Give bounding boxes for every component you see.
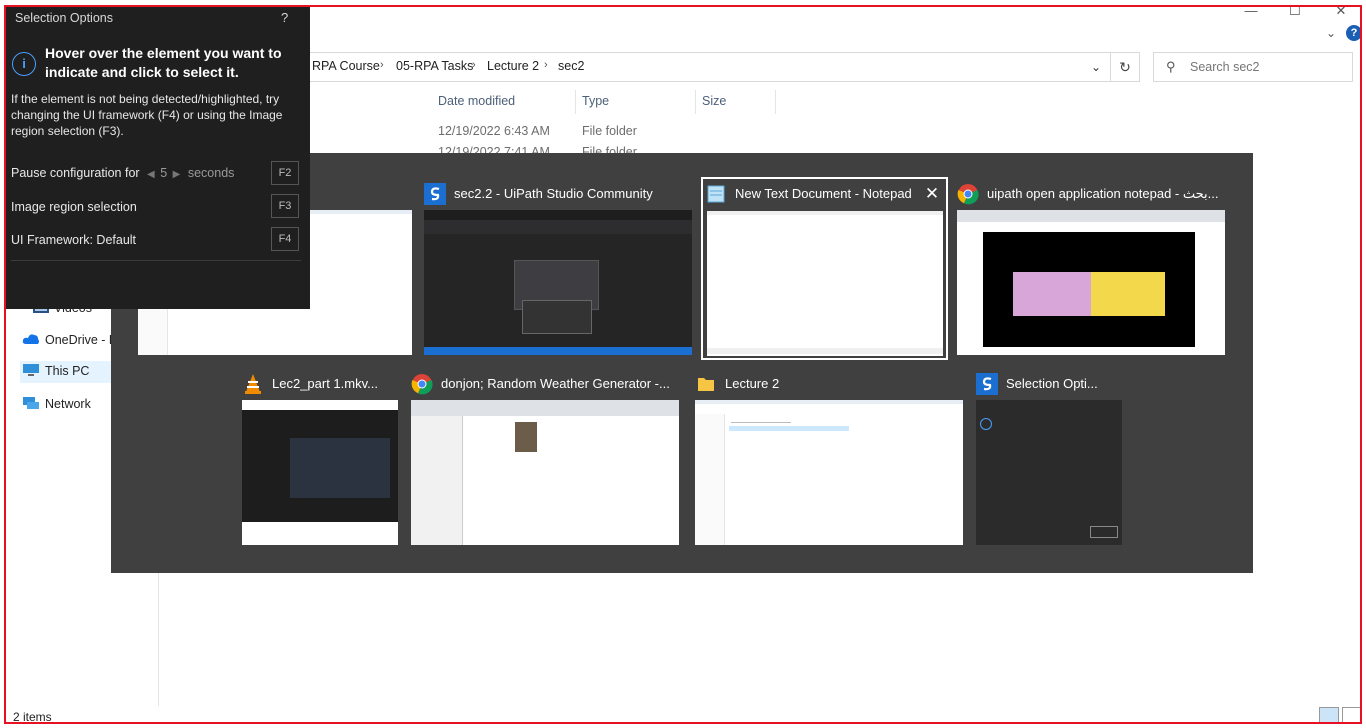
switcher-window-notepad[interactable]: New Text Document - Notepad [705,181,945,357]
window-thumbnail [957,210,1225,355]
this-pc-icon [23,364,39,376]
help-icon[interactable]: ? [281,10,288,25]
switcher-window-title: Lecture 2 [725,376,780,391]
instruction-text: If the element is not being detected/hig… [11,92,283,138]
switcher-window-vlc[interactable]: Lec2_part 1.mkv... [242,371,398,547]
uipath-icon [424,183,446,205]
window-thumbnail [695,400,963,545]
pause-label: Pause configuration for [11,166,140,180]
switcher-window-title: Lec2_part 1.mkv... [272,376,378,391]
column-divider[interactable] [575,90,576,114]
search-icon: ⚲ [1166,59,1176,74]
f2-key-badge[interactable]: F2 [271,161,299,185]
pause-unit: seconds [187,166,235,180]
nav-label: Network [45,397,91,411]
instruction-heading: Hover over the element you want to indic… [45,45,282,80]
window-thumbnail [707,211,943,356]
switcher-window-title: sec2.2 - UiPath Studio Community [454,186,653,201]
breadcrumb-item[interactable]: 05-RPA Tasks [396,59,473,73]
network-icon [23,397,39,409]
breadcrumb-chevron-icon[interactable]: › [380,59,384,71]
nav-label: This PC [45,364,90,378]
breadcrumb-item[interactable]: RPA Course [312,59,380,73]
switcher-window-title: uipath open application notepad - بحث... [987,186,1219,201]
address-dropdown-icon[interactable]: ⌄ [1084,52,1108,82]
f3-key-badge[interactable]: F3 [271,194,299,218]
minimize-button[interactable]: — [1236,2,1266,22]
uipath-icon [976,373,998,395]
breadcrumb-item[interactable]: sec2 [558,59,584,73]
f4-key-badge[interactable]: F4 [271,227,299,251]
search-input[interactable] [1190,58,1340,76]
switcher-window-uipath-studio[interactable]: sec2.2 - UiPath Studio Community [424,181,692,357]
row-type[interactable]: File folder [582,124,637,138]
column-header-type[interactable]: Type [582,94,609,108]
window-thumbnail [242,400,398,545]
pause-configuration-row[interactable]: Pause configuration for ◀ 5 ▶ seconds [11,166,234,180]
info-icon: i [12,52,36,76]
refresh-icon[interactable]: ↻ [1110,52,1140,82]
vlc-icon [245,374,261,394]
large-icons-view-icon[interactable] [1342,707,1362,723]
search-box[interactable]: ⚲ [1153,52,1353,82]
onedrive-cloud-icon [22,334,39,344]
pause-seconds-value[interactable]: 5 [160,166,167,180]
switcher-window-title: Selection Opti... [1006,376,1098,391]
ui-framework-option[interactable]: UI Framework: Default [11,233,136,247]
ribbon-expand-chevron-icon[interactable]: ⌄ [1326,26,1336,40]
switcher-window-lecture2[interactable]: Lecture 2 [695,371,963,547]
details-view-icon[interactable] [1319,707,1339,723]
column-header-size[interactable]: Size [702,94,726,108]
notepad-icon [707,185,725,203]
increment-arrow-icon[interactable]: ▶ [173,169,181,180]
window-thumbnail [424,210,692,355]
switcher-window-chrome-search[interactable]: uipath open application notepad - بحث... [957,181,1225,357]
decrement-arrow-icon[interactable]: ◀ [147,169,155,180]
window-thumbnail [411,400,679,545]
help-icon[interactable]: ? [1346,25,1362,41]
panel-divider [11,260,301,261]
breadcrumb-chevron-icon[interactable]: › [544,59,548,71]
switcher-window-chrome-donjon[interactable]: donjon; Random Weather Generator -... [411,371,679,547]
switcher-window-title: donjon; Random Weather Generator -... [441,376,670,391]
close-button[interactable]: ✕ [1326,2,1356,22]
selection-options-panel: Selection Options ? i Hover over the ele… [4,5,310,309]
image-region-selection-option[interactable]: Image region selection [11,200,137,214]
chrome-icon [957,184,979,205]
breadcrumb-chevron-icon[interactable]: › [472,59,476,71]
folder-icon [698,378,714,391]
breadcrumb-item[interactable]: Lecture 2 [487,59,539,73]
switcher-window-selection-options[interactable]: Selection Opti... [976,371,1122,547]
status-bar-item-count: 2 items [13,710,52,724]
close-window-icon[interactable]: ✕ [922,184,942,204]
panel-title: Selection Options [15,11,113,25]
maximize-button[interactable]: ☐ [1280,2,1310,22]
column-divider[interactable] [695,90,696,114]
chrome-icon [411,374,433,395]
window-thumbnail [976,400,1122,545]
column-divider[interactable] [775,90,776,114]
column-header-date-modified[interactable]: Date modified [438,94,515,108]
row-date-modified[interactable]: 12/19/2022 6:43 AM [438,124,550,138]
switcher-window-title: New Text Document - Notepad [735,186,912,201]
